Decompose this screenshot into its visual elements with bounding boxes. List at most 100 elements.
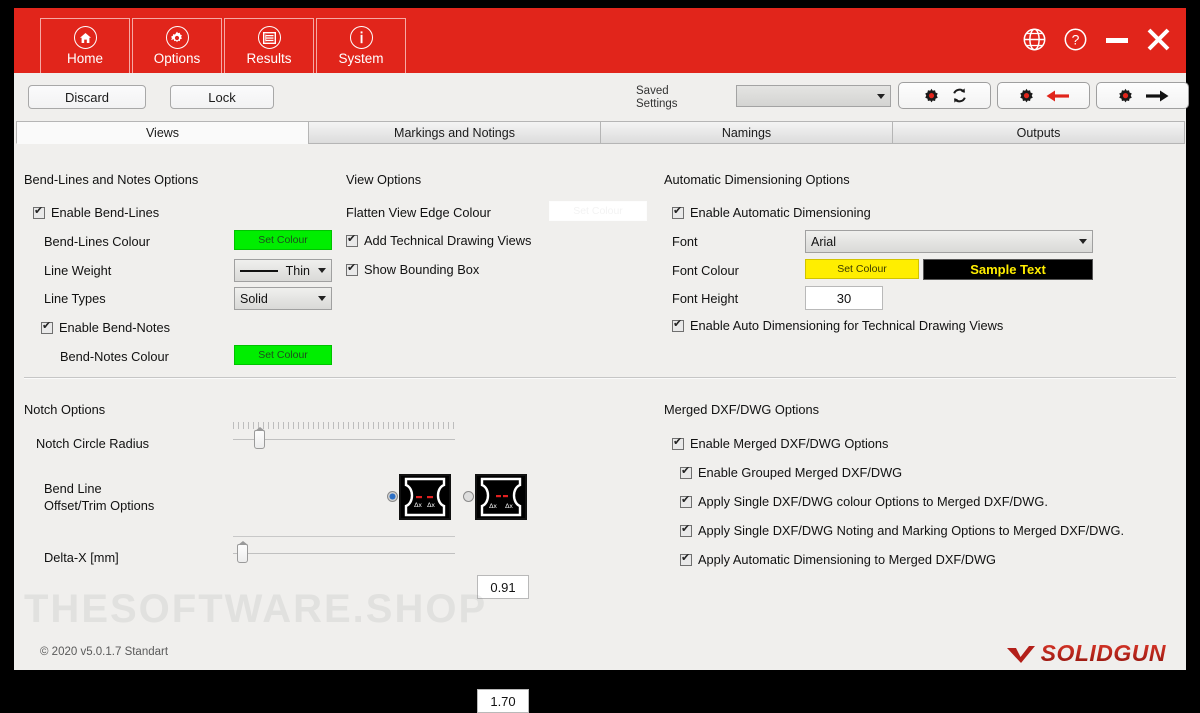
- checkbox-enable-auto-dim-technical-views-label: Enable Auto Dimensioning for Technical D…: [690, 318, 1004, 333]
- ribbon-tab-home[interactable]: Home: [40, 18, 130, 73]
- ribbon-tab-group: Home Options Results System: [14, 8, 408, 73]
- font-height-input[interactable]: 30: [805, 286, 883, 310]
- checkbox-enable-bend-notes[interactable]: Enable Bend-Notes: [41, 320, 170, 335]
- action-toolbar: Discard Lock Saved Settings: [14, 73, 1189, 121]
- discard-button[interactable]: Discard: [28, 85, 146, 109]
- delta-x-value[interactable]: 1.70: [477, 689, 529, 713]
- bend-offset-option-2-thumbnail[interactable]: Δx Δx: [475, 474, 527, 520]
- bend-lines-colour-label: Bend-Lines Colour: [44, 234, 150, 249]
- gear-icon: [165, 26, 189, 50]
- line-types-label: Line Types: [44, 291, 106, 306]
- tab-outputs[interactable]: Outputs: [892, 121, 1185, 144]
- saved-settings-select[interactable]: [736, 85, 891, 107]
- checkbox-apply-colour-options[interactable]: Apply Single DXF/DWG colour Options to M…: [680, 494, 1048, 509]
- home-icon: [73, 26, 97, 50]
- checkbox-apply-noting-marking-options[interactable]: Apply Single DXF/DWG Noting and Marking …: [680, 523, 1124, 538]
- radio-bend-offset-option-1[interactable]: [387, 491, 398, 502]
- checkbox-enable-grouped-merged-dxf[interactable]: Enable Grouped Merged DXF/DWG: [680, 465, 902, 480]
- delta-x-slider[interactable]: [233, 536, 455, 564]
- section-divider: [24, 377, 1176, 379]
- footer-bar: © 2020 v5.0.1.7 Standart SOLIDGUN: [14, 636, 1186, 670]
- checkbox-show-bounding-box[interactable]: Show Bounding Box: [346, 262, 479, 277]
- tab-markings-and-notings[interactable]: Markings and Notings: [308, 121, 601, 144]
- tab-views[interactable]: Views: [16, 121, 309, 144]
- saved-settings-label: Saved Settings: [636, 85, 706, 111]
- bend-lines-group-title: Bend-Lines and Notes Options: [24, 172, 199, 187]
- line-types-value: Solid: [240, 291, 268, 306]
- notch-circle-radius-value[interactable]: 0.91: [477, 575, 529, 599]
- views-panel: Bend-Lines and Notes Options Enable Bend…: [14, 144, 1186, 713]
- checkbox-enable-bend-lines-label: Enable Bend-Lines: [51, 205, 160, 220]
- close-icon[interactable]: [1147, 28, 1170, 51]
- copyright-icon: ©: [40, 646, 52, 658]
- slider-thumb[interactable]: [237, 541, 249, 563]
- ribbon-tab-system[interactable]: System: [316, 18, 406, 73]
- merged-dxf-group-title: Merged DXF/DWG Options: [664, 402, 820, 417]
- checkbox-apply-colour-options-label: Apply Single DXF/DWG colour Options to M…: [698, 494, 1048, 509]
- bend-line-offset-trim-label: Bend Line Offset/Trim Options: [44, 480, 154, 514]
- checkbox-enable-bend-lines[interactable]: Enable Bend-Lines: [33, 205, 159, 220]
- line-weight-value: Thin: [285, 263, 310, 278]
- arrow-left-icon: [1046, 90, 1069, 101]
- font-set-colour-button[interactable]: Set Colour: [805, 259, 919, 279]
- bend-lines-set-colour-button[interactable]: Set Colour: [234, 230, 332, 250]
- refresh-icon: [952, 88, 966, 103]
- checkbox-icon: [672, 318, 684, 332]
- version-text: 2020 v5.0.1.7 Standart: [51, 646, 169, 658]
- bend-line-offset-trim-label-line2: Offset/Trim Options: [44, 498, 155, 513]
- flatten-view-edge-set-colour-button[interactable]: Set Colour: [549, 201, 647, 221]
- checkbox-apply-noting-marking-options-label: Apply Single DXF/DWG Noting and Marking …: [698, 523, 1125, 538]
- delta-x-label: Delta-X [mm]: [44, 550, 119, 565]
- ribbon-tab-options-label: Options: [153, 51, 201, 67]
- bend-notes-set-colour-button[interactable]: Set Colour: [234, 345, 332, 365]
- checkbox-icon: [672, 205, 684, 219]
- info-icon: [349, 26, 373, 50]
- checkbox-add-technical-drawing-views[interactable]: Add Technical Drawing Views: [346, 233, 531, 248]
- line-types-select[interactable]: Solid: [234, 287, 332, 310]
- checkbox-icon: [33, 205, 45, 219]
- slider-ticks: [233, 536, 455, 537]
- checkbox-icon: [41, 320, 53, 334]
- chevron-down-icon: [318, 268, 326, 273]
- ribbon-bar: Home Options Results System ?: [14, 8, 1186, 73]
- checkbox-apply-automatic-dimensioning[interactable]: Apply Automatic Dimensioning to Merged D…: [680, 552, 996, 567]
- lock-button[interactable]: Lock: [170, 85, 274, 109]
- bend-line-offset-trim-label-line1: Bend Line: [44, 481, 102, 496]
- tab-namings[interactable]: Namings: [600, 121, 893, 144]
- font-value: Arial: [811, 234, 837, 249]
- slider-thumb[interactable]: [254, 427, 266, 449]
- chevron-down-icon: [318, 296, 326, 301]
- chevron-down-icon: [1079, 239, 1087, 244]
- flatten-view-edge-colour-label: Flatten View Edge Colour: [346, 205, 491, 220]
- settings-save-button[interactable]: [1096, 82, 1189, 109]
- watermark: THESOFTWARE.SHOP: [24, 587, 488, 631]
- line-weight-select[interactable]: Thin: [234, 259, 332, 282]
- help-question-icon[interactable]: ?: [1064, 28, 1087, 51]
- settings-load-button[interactable]: [997, 82, 1090, 109]
- ribbon-tab-results[interactable]: Results: [224, 18, 314, 73]
- ribbon-tab-options[interactable]: Options: [132, 18, 222, 73]
- svg-text:?: ?: [1072, 32, 1080, 48]
- notch-options-group-title: Notch Options: [24, 402, 106, 417]
- notch-circle-radius-label: Notch Circle Radius: [36, 436, 150, 451]
- minimize-icon[interactable]: [1105, 31, 1129, 49]
- font-select[interactable]: Arial: [805, 230, 1093, 253]
- language-globe-icon[interactable]: [1023, 28, 1046, 51]
- gear-icon: [924, 88, 938, 103]
- bend-notes-colour-label: Bend-Notes Colour: [60, 349, 169, 364]
- auto-dimensioning-group-title: Automatic Dimensioning Options: [664, 172, 850, 187]
- svg-text:Δx: Δx: [489, 503, 497, 510]
- application-window: Home Options Results System ? Discard Lo…: [14, 8, 1189, 713]
- section-tab-bar: Views Markings and Notings Namings Outpu…: [14, 121, 1186, 144]
- bend-offset-option-1-thumbnail[interactable]: Δx Δx: [399, 474, 451, 520]
- svg-text:Δx: Δx: [414, 502, 422, 509]
- checkbox-enable-merged-dxf-options[interactable]: Enable Merged DXF/DWG Options: [672, 436, 888, 451]
- logo-check-icon: [1006, 645, 1035, 663]
- checkbox-enable-auto-dim-technical-views[interactable]: Enable Auto Dimensioning for Technical D…: [672, 318, 1003, 333]
- slider-ticks: [233, 422, 455, 429]
- radio-bend-offset-option-2[interactable]: [463, 491, 474, 502]
- checkbox-enable-automatic-dimensioning[interactable]: Enable Automatic Dimensioning: [672, 205, 871, 220]
- settings-refresh-button[interactable]: [898, 82, 991, 109]
- gear-icon: [1020, 88, 1033, 103]
- notch-circle-radius-slider[interactable]: [233, 422, 455, 450]
